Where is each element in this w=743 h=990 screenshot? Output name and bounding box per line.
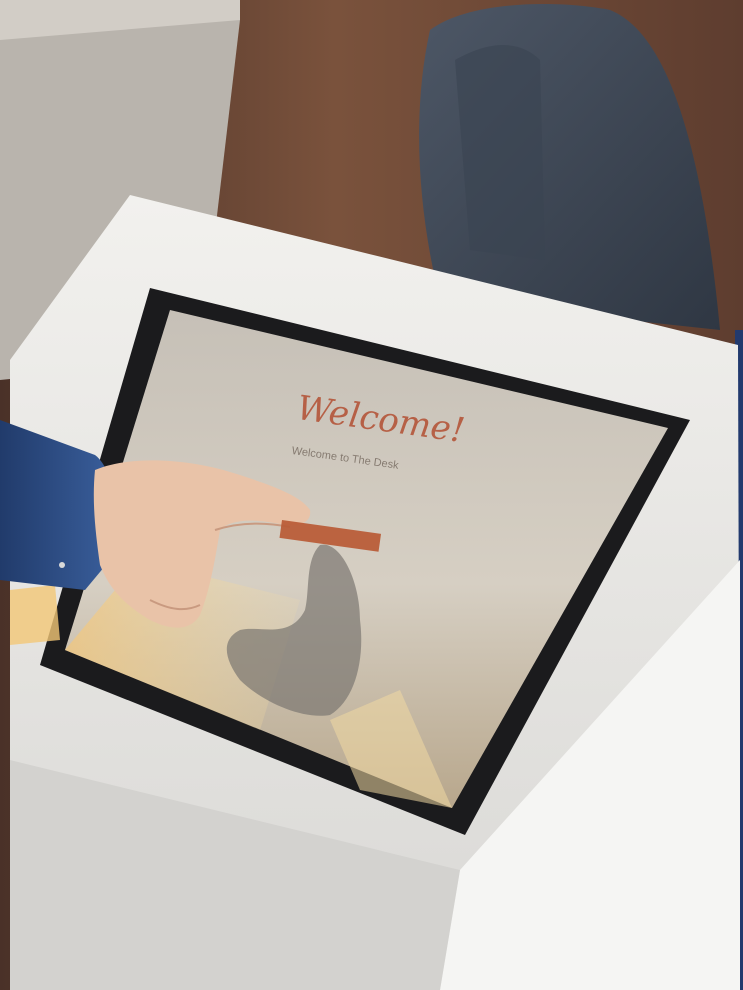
photo-scene: Welcome! Welcome to The Desk bbox=[0, 0, 743, 990]
kiosk-photo bbox=[0, 0, 743, 990]
